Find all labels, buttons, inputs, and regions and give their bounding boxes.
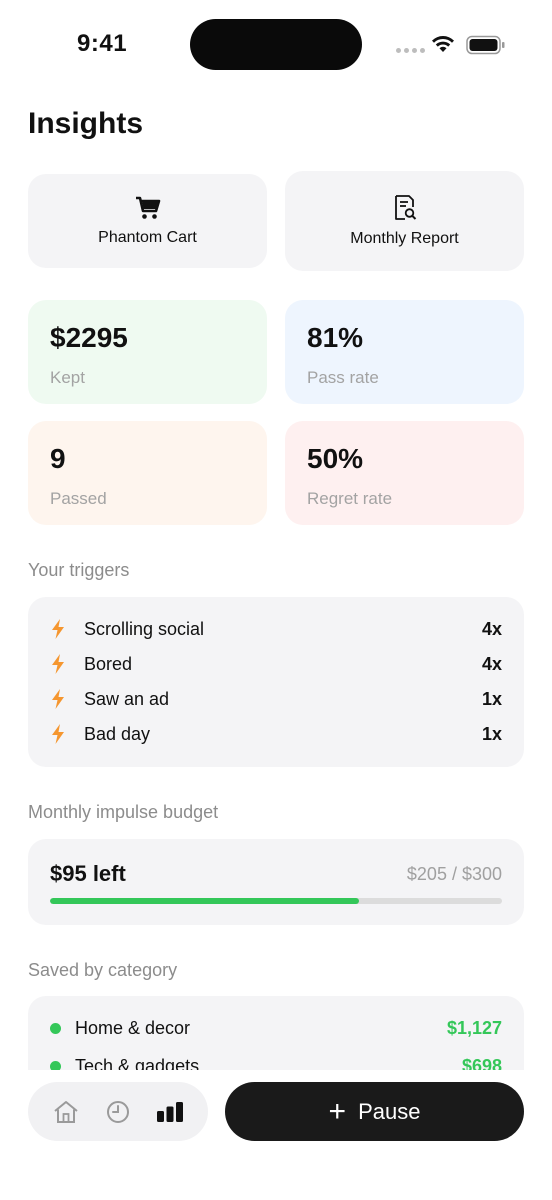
- lightning-icon: [52, 619, 64, 639]
- status-bar: 9:41: [0, 0, 552, 90]
- category-label: Home & decor: [75, 1017, 191, 1038]
- trigger-label: Saw an ad: [84, 688, 170, 709]
- trigger-label: Bored: [84, 653, 133, 674]
- cart-icon: [135, 196, 160, 219]
- trigger-count: 1x: [481, 688, 502, 709]
- lightning-icon: [52, 724, 64, 744]
- dynamic-island: [190, 19, 362, 70]
- budget-panel: $95 left $205 / $300: [28, 839, 524, 925]
- stat-card-passed: 9 Passed: [28, 421, 267, 525]
- trigger-count: 4x: [481, 618, 502, 639]
- budget-ratio: $205 / $300: [406, 864, 502, 884]
- stat-label: Kept: [50, 368, 85, 387]
- phantom-cart-button[interactable]: Phantom Cart: [28, 174, 267, 268]
- trigger-label: Scrolling social: [84, 618, 205, 639]
- list-item: Bored 4x: [50, 649, 502, 679]
- list-item: Scrolling social 4x: [50, 614, 502, 644]
- category-dot: [50, 1022, 61, 1034]
- lightning-icon: [52, 689, 64, 709]
- page-title: Insights: [28, 107, 144, 140]
- tab-bar: [28, 1082, 208, 1141]
- tab-insights[interactable]: [150, 1092, 190, 1132]
- wifi-icon: [432, 36, 454, 52]
- budget-section-title: Monthly impulse budget: [28, 802, 219, 822]
- status-time: 9:41: [77, 30, 128, 57]
- pause-button[interactable]: + Pause: [225, 1082, 524, 1141]
- list-item: Home & decor $1,127: [50, 1014, 502, 1042]
- trigger-count: 4x: [481, 653, 502, 674]
- category-amount: $1,127: [446, 1017, 502, 1038]
- triggers-panel: Scrolling social 4x Bored 4x Saw an ad 1…: [28, 597, 524, 767]
- plus-icon: +: [328, 1094, 347, 1128]
- stat-label: Regret rate: [307, 489, 393, 508]
- budget-progress-bar: [50, 898, 502, 904]
- monthly-report-label: Monthly Report: [350, 230, 459, 247]
- lightning-icon: [52, 654, 64, 674]
- cellular-signal-icon: [396, 48, 425, 53]
- budget-left-amount: $95 left: [50, 861, 126, 886]
- report-icon: [394, 195, 416, 220]
- stat-card-pass-rate: 81% Pass rate: [285, 300, 524, 404]
- trigger-count: 1x: [481, 723, 502, 744]
- list-item: Bad day 1x: [50, 719, 502, 749]
- phantom-cart-label: Phantom Cart: [98, 229, 197, 246]
- home-icon: [54, 1100, 78, 1123]
- tab-home[interactable]: [46, 1092, 86, 1132]
- pause-button-label: Pause: [358, 1098, 421, 1124]
- triggers-section-title: Your triggers: [28, 560, 130, 580]
- stat-card-regret-rate: 50% Regret rate: [285, 421, 524, 525]
- budget-progress-fill: [50, 898, 359, 904]
- stat-label: Passed: [50, 489, 107, 508]
- tab-history[interactable]: [98, 1092, 138, 1132]
- trigger-label: Bad day: [84, 723, 151, 744]
- stat-value: $2295: [50, 322, 128, 353]
- stat-value: 50%: [307, 443, 364, 474]
- stat-value: 81%: [307, 322, 364, 353]
- stat-value: 9: [50, 443, 66, 474]
- history-icon: [107, 1100, 129, 1123]
- stat-label: Pass rate: [307, 368, 379, 387]
- list-item: Saw an ad 1x: [50, 684, 502, 714]
- insights-icon: [157, 1101, 183, 1122]
- monthly-report-button[interactable]: Monthly Report: [285, 171, 524, 271]
- battery-icon: [466, 35, 505, 55]
- stat-card-kept: $2295 Kept: [28, 300, 267, 404]
- categories-section-title: Saved by category: [28, 960, 178, 980]
